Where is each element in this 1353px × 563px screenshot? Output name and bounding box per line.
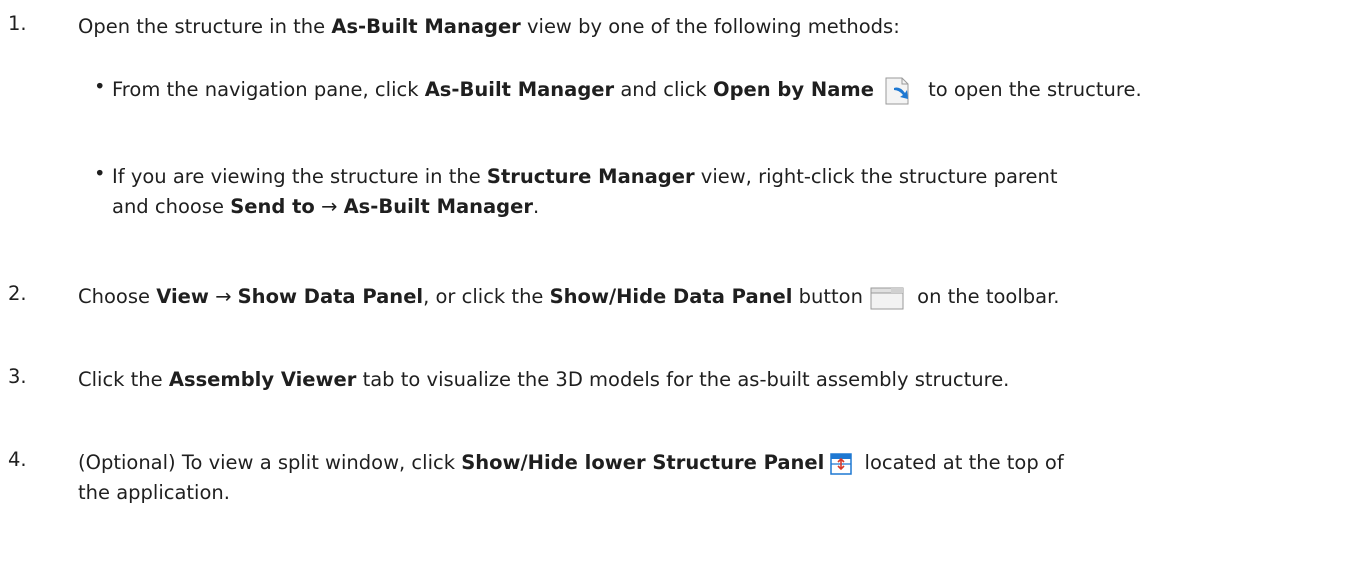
step-number: 3.	[8, 365, 27, 388]
document: 1. Open the structure in the As-Built Ma…	[0, 0, 1353, 563]
step-number: 4.	[8, 448, 27, 471]
ui-term: Send to	[230, 195, 315, 218]
step-text: (Optional) To view a split window, click…	[78, 451, 1064, 504]
bullet-point: •	[94, 75, 106, 98]
show-hide-lower-structure-panel-icon	[830, 452, 853, 475]
step-number: 2.	[8, 282, 27, 305]
step-text: Open the structure in the As-Built Manag…	[78, 15, 900, 38]
step-number: 1.	[8, 12, 27, 35]
ui-term: As-Built Manager	[424, 78, 615, 101]
bullet-text: From the navigation pane, click As-Built…	[112, 75, 1312, 106]
ui-term: View	[156, 285, 209, 308]
open-by-name-icon	[880, 76, 916, 106]
ui-term: Show/Hide lower Structure Panel	[461, 451, 825, 474]
ui-term: Show Data Panel	[237, 285, 424, 308]
step-text: Choose View → Show Data Panel, or click …	[78, 282, 1338, 312]
ui-term: As-Built Manager	[343, 195, 533, 218]
bullet-point: •	[94, 162, 106, 185]
ui-term: As-Built Manager	[331, 15, 521, 38]
show-hide-data-panel-icon	[869, 285, 905, 311]
step-text: Click the Assembly Viewer tab to visuali…	[78, 368, 1010, 391]
bullet-text: If you are viewing the structure in the …	[112, 165, 1058, 218]
ui-term: Structure Manager	[486, 165, 695, 188]
ui-term: Open by Name	[713, 78, 874, 101]
ui-term: Assembly Viewer	[168, 368, 357, 391]
ui-term: Show/Hide Data Panel	[549, 285, 793, 308]
